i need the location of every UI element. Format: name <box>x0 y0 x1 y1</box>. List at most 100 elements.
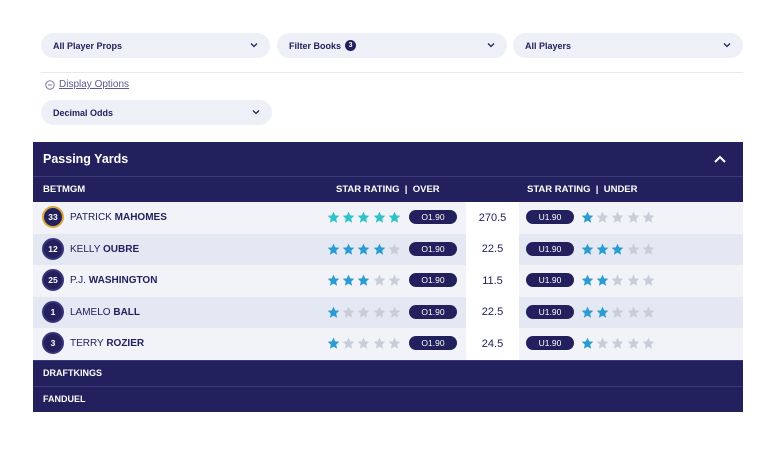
over-star-rating <box>327 337 403 350</box>
star-icon <box>358 274 370 286</box>
star-icon <box>612 211 624 223</box>
under-star-rating <box>581 274 657 287</box>
over-odds-button[interactable]: O1.90 <box>409 304 457 319</box>
under-star-rating <box>581 211 657 224</box>
chevron-down-icon <box>723 43 731 48</box>
odds-format-dropdown[interactable]: Decimal Odds <box>41 100 272 125</box>
player-row: 33 PATRICK MAHOMES O1.90 270.5 U1.90 <box>33 202 743 234</box>
star-icon <box>388 211 401 223</box>
star-icon <box>358 243 370 255</box>
over-odds-button[interactable]: O1.90 <box>409 241 457 256</box>
star-icon <box>388 274 401 286</box>
over-star-rating <box>327 243 403 256</box>
prop-line: 11.5 <box>482 274 503 287</box>
star-icon <box>627 274 639 286</box>
player-last-name: BALL <box>113 306 141 318</box>
star-icon <box>373 211 385 223</box>
book-row-draftkings[interactable]: DRAFTKINGS <box>33 359 743 386</box>
player-row: 3 TERRY ROZIER O1.90 24.5 U1.90 <box>33 328 743 360</box>
under-odds-button[interactable]: U1.90 <box>526 304 574 319</box>
star-icon <box>327 306 340 318</box>
under-column-header: STAR RATING | UNDER <box>527 184 638 195</box>
odds-format-label: Decimal Odds <box>53 107 114 118</box>
star-icon <box>327 337 340 349</box>
over-star-rating <box>327 211 403 224</box>
over-odds-button[interactable]: O1.90 <box>409 336 457 350</box>
under-star-rating <box>581 306 657 319</box>
chevron-down-icon <box>250 43 258 48</box>
under-odds-button[interactable]: U1.90 <box>526 273 574 287</box>
all-players-dropdown[interactable]: All Players <box>513 33 743 58</box>
star-icon <box>642 274 655 286</box>
book-row-fanduel[interactable]: FANDUEL <box>33 385 743 412</box>
book-name: DRAFTKINGS <box>43 368 102 378</box>
star-icon <box>581 243 594 255</box>
all-players-label: All Players <box>525 40 572 51</box>
player-last-name: WASHINGTON <box>88 275 158 287</box>
star-icon <box>627 243 639 255</box>
star-icon <box>612 306 624 318</box>
over-odds-button[interactable]: O1.90 <box>409 273 457 287</box>
star-icon <box>327 274 340 286</box>
market-table: Passing Yards BETMGM STAR RATING | OVER … <box>33 142 743 412</box>
under-star-rating <box>581 337 657 350</box>
star-icon <box>642 211 655 223</box>
book-header-betmgm[interactable]: BETMGM STAR RATING | OVER STAR RATING | … <box>33 176 743 202</box>
star-icon <box>642 337 655 349</box>
display-options-label: Display Options <box>59 79 130 90</box>
player-props-dropdown[interactable]: All Player Props <box>41 33 270 58</box>
player-number-avatar: 1 <box>42 300 64 323</box>
star-icon <box>327 211 340 223</box>
star-icon <box>627 306 639 318</box>
star-icon <box>596 274 609 286</box>
star-icon <box>612 337 624 349</box>
over-column-header: STAR RATING | OVER <box>336 184 440 195</box>
star-icon <box>358 306 370 318</box>
player-first-name: KELLY <box>70 243 101 255</box>
player-name: P.J. WASHINGTON <box>70 275 157 286</box>
player-name: KELLY OUBRE <box>70 244 139 255</box>
star-icon <box>358 211 370 223</box>
player-rows: 33 PATRICK MAHOMES O1.90 270.5 U1.90 12 KELLY … <box>33 202 743 360</box>
player-props-label: All Player Props <box>53 40 123 51</box>
player-first-name: LAMELO <box>70 306 111 318</box>
player-first-name: P.J. <box>70 275 86 287</box>
star-icon <box>342 337 355 349</box>
chevron-down-icon <box>487 43 495 48</box>
star-icon <box>373 274 385 286</box>
star-icon <box>581 306 594 318</box>
under-odds-button[interactable]: U1.90 <box>526 241 574 256</box>
player-number-avatar: 33 <box>42 206 64 228</box>
over-star-rating <box>327 274 403 287</box>
star-icon <box>388 306 401 318</box>
star-icon <box>596 306 609 318</box>
book-name: FANDUEL <box>43 394 86 404</box>
book-name: BETMGM <box>43 184 86 195</box>
chevron-up-icon[interactable] <box>713 153 727 165</box>
under-odds-button[interactable]: U1.90 <box>526 210 574 224</box>
star-icon <box>581 211 594 223</box>
display-options-link[interactable]: Display Options <box>45 79 129 90</box>
star-icon <box>342 211 355 223</box>
star-icon <box>327 243 340 255</box>
star-icon <box>373 243 385 255</box>
star-icon <box>342 306 355 318</box>
filter-books-dropdown[interactable]: Filter Books 3 <box>277 33 507 58</box>
player-first-name: TERRY <box>70 338 104 350</box>
over-odds-button[interactable]: O1.90 <box>409 210 457 224</box>
divider <box>41 72 743 73</box>
star-icon <box>642 243 655 255</box>
minus-circle-icon <box>45 79 55 90</box>
star-icon <box>596 243 609 255</box>
market-header[interactable]: Passing Yards <box>33 142 743 176</box>
star-icon <box>581 337 594 349</box>
player-row: 25 P.J. WASHINGTON O1.90 11.5 U1.90 <box>33 265 743 297</box>
star-icon <box>612 243 624 255</box>
star-icon <box>627 337 639 349</box>
filter-books-label: Filter Books <box>289 40 342 51</box>
player-name: TERRY ROZIER <box>70 338 144 349</box>
star-icon <box>596 337 609 349</box>
under-star-rating <box>581 243 657 256</box>
market-title: Passing Yards <box>43 152 129 166</box>
under-odds-button[interactable]: U1.90 <box>526 336 574 350</box>
